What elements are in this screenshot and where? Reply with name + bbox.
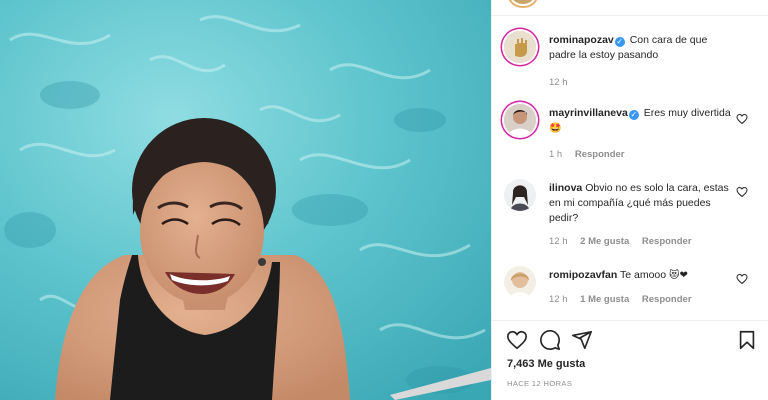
comment-emoji: 🤩 xyxy=(549,123,562,134)
photo-image xyxy=(0,0,491,400)
comment-meta: 12 h 1 Me gusta Responder xyxy=(549,294,702,305)
divider xyxy=(492,15,768,16)
heart-icon[interactable] xyxy=(506,329,528,351)
like-comment-heart-icon[interactable] xyxy=(736,113,748,125)
avatar[interactable] xyxy=(504,31,536,63)
post-time[interactable]: HACE 12 HORAS xyxy=(507,379,572,388)
like-comment-heart-icon[interactable] xyxy=(736,273,748,285)
caption-meta: 12 h xyxy=(549,77,578,88)
comment-time[interactable]: 12 h xyxy=(549,294,568,305)
comment-meta: 12 h 2 Me gusta Responder xyxy=(549,236,702,247)
comment-username[interactable]: mayrinvillaneva xyxy=(549,107,628,119)
comment-username[interactable]: ilinova xyxy=(549,182,582,194)
divider xyxy=(492,320,768,321)
comment-likes[interactable]: 1 Me gusta xyxy=(580,294,629,305)
caption-time[interactable]: 12 h xyxy=(549,77,568,88)
reply-button[interactable]: Responder xyxy=(575,149,625,160)
comment-text: Eres muy divertida xyxy=(643,107,731,119)
share-icon[interactable] xyxy=(571,329,593,351)
likes-count[interactable]: 7,463 Me gusta xyxy=(507,358,585,370)
comment-meta: 1 h Responder xyxy=(549,149,634,160)
avatar[interactable] xyxy=(504,179,536,211)
reply-button[interactable]: Responder xyxy=(642,294,692,305)
comment-likes[interactable]: 2 Me gusta xyxy=(580,236,629,247)
comment-text: Te amooo xyxy=(620,269,667,281)
reply-button[interactable]: Responder xyxy=(642,236,692,247)
comment-icon[interactable] xyxy=(539,329,561,351)
header-avatar[interactable] xyxy=(510,0,536,6)
comment-username[interactable]: romipozavfan xyxy=(549,269,617,281)
comment-emoji: 😻❤ xyxy=(669,270,688,281)
avatar-hand-icon xyxy=(504,31,536,63)
avatar[interactable] xyxy=(504,266,536,298)
verified-badge-icon: ✓ xyxy=(614,37,625,47)
caption-username[interactable]: rominapozav xyxy=(549,34,614,46)
verified-badge-icon: ✓ xyxy=(628,110,639,120)
post-photo[interactable] xyxy=(0,0,491,400)
comment-time[interactable]: 12 h xyxy=(549,236,568,247)
avatar-image xyxy=(504,179,536,211)
avatar[interactable] xyxy=(504,104,536,136)
comment-time[interactable]: 1 h xyxy=(549,149,562,160)
avatar-image xyxy=(504,266,536,298)
avatar-image xyxy=(504,104,536,136)
like-comment-heart-icon[interactable] xyxy=(736,186,748,198)
bookmark-icon[interactable] xyxy=(736,329,758,351)
comments-panel: rominapozav ✓ Con cara de que padre la es… xyxy=(491,0,768,400)
